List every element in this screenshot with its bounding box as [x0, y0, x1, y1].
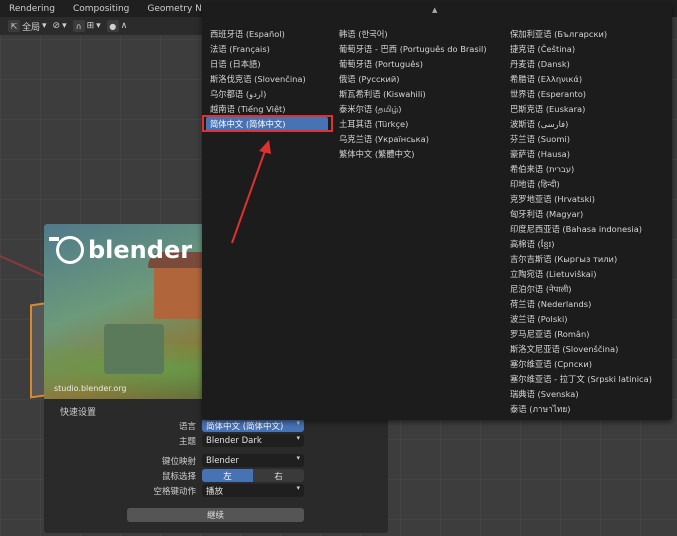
mouse-select-label: 鼠标选择	[161, 471, 196, 482]
language-option[interactable]: 斯瓦希利语 (Kiswahili)	[335, 87, 487, 102]
language-option[interactable]: 葡萄牙语 - 巴西 (Português do Brasil)	[335, 42, 487, 57]
language-option[interactable]: 高棉语 (ខ្មែរ)	[506, 237, 652, 252]
artwork-credit-link[interactable]: studio.blender.org	[54, 384, 126, 393]
language-option[interactable]: 乌克兰语 (Українська)	[335, 132, 487, 147]
magnet-icon: ∩	[72, 20, 85, 32]
artwork-house	[104, 324, 164, 374]
blender-logo-text: blender	[88, 236, 193, 264]
orientation-dropdown[interactable]: ⇱ 全局 ▾	[8, 20, 47, 33]
language-option[interactable]: 希伯来语 (עברית)	[506, 162, 652, 177]
keymap-label: 键位映射	[161, 456, 196, 467]
language-option[interactable]: 罗马尼亚语 (Român)	[506, 327, 652, 342]
keymap-value: Blender	[206, 455, 239, 466]
chevron-down-icon: ▾	[296, 484, 300, 492]
orientation-label: 全局	[22, 22, 41, 33]
mouse-select-left[interactable]: 左	[202, 469, 253, 482]
falloff-icon: ∧	[120, 21, 128, 31]
mouse-select-right[interactable]: 右	[253, 469, 304, 482]
language-menu: ▲ 西班牙语 (Español) 法语 (Français) 日语 (日本語) 斯洛伐…	[202, 4, 672, 420]
language-option[interactable]: 塞尔维亚语 (Српски)	[506, 357, 652, 372]
spacebar-label: 空格键动作	[153, 486, 196, 497]
keymap-dropdown[interactable]: Blender ▾	[202, 454, 304, 467]
language-option[interactable]: 葡萄牙语 (Português)	[335, 57, 487, 72]
language-option[interactable]: 乌尔都语 (اردو)	[206, 87, 328, 102]
language-column-2: 韩语 (한국어) 葡萄牙语 - 巴西 (Português do Brasil) 葡…	[335, 27, 487, 162]
language-option[interactable]: 克罗地亚语 (Hrvatski)	[506, 192, 652, 207]
spacebar-row: 空格键动作 播放 ▾	[44, 484, 388, 497]
blender-logo-icon	[49, 236, 84, 264]
language-option[interactable]: 吉尔吉斯语 (Кыргыз тили)	[506, 252, 652, 267]
proportional-toggle[interactable]: ● ∧	[106, 20, 128, 32]
language-row: 语言 简体中文 (简体中文) ▾	[44, 419, 388, 432]
theme-dropdown[interactable]: Blender Dark ▾	[202, 434, 304, 447]
quick-setup-title: 快速设置	[60, 408, 97, 418]
theme-row: 主题 Blender Dark ▾	[44, 434, 388, 447]
link-icon: ⊘	[52, 21, 61, 31]
language-option[interactable]: 波兰语 (Polski)	[506, 312, 652, 327]
language-option[interactable]: 瑞典语 (Svenska)	[506, 387, 652, 402]
language-option[interactable]: 斯洛文尼亚语 (Slovenščina)	[506, 342, 652, 357]
language-option[interactable]: 塞尔维亚语 - 拉丁文 (Srpski latinica)	[506, 372, 652, 387]
viewport-header: ⇱ 全局 ▾ ⊘ ▾ ∩ ⊞ ▾ ● ∧	[0, 17, 208, 35]
language-option[interactable]: 匈牙利语 (Magyar)	[506, 207, 652, 222]
language-option[interactable]: 世界语 (Esperanto)	[506, 87, 652, 102]
language-option[interactable]: 繁体中文 (繁體中文)	[335, 147, 487, 162]
mouse-select-row: 鼠标选择 左 右	[44, 469, 388, 482]
chevron-down-icon: ▾	[96, 21, 101, 31]
snap-toggle[interactable]: ∩ ⊞ ▾	[72, 20, 101, 32]
language-option[interactable]: 泰米尔语 (தமிழ்)	[335, 102, 487, 117]
language-option[interactable]: 西班牙语 (Español)	[206, 27, 328, 42]
language-option[interactable]: 荷兰语 (Nederlands)	[506, 297, 652, 312]
language-option[interactable]: 斯洛伐克语 (Slovenčina)	[206, 72, 328, 87]
theme-value: Blender Dark	[206, 435, 262, 446]
language-option[interactable]: 希腊语 (Ελληνικά)	[506, 72, 652, 87]
language-option[interactable]: 法语 (Français)	[206, 42, 328, 57]
scroll-up-icon[interactable]: ▲	[432, 6, 437, 14]
mouse-select-toggle: 左 右	[202, 469, 304, 482]
language-option[interactable]: 泰语 (ภาษาไทย)	[506, 402, 652, 417]
chevron-down-icon: ▾	[296, 454, 300, 462]
language-option[interactable]: 土耳其语 (Türkçe)	[335, 117, 487, 132]
language-option[interactable]: 芬兰语 (Suomi)	[506, 132, 652, 147]
language-option[interactable]: 巴斯克语 (Euskara)	[506, 102, 652, 117]
blender-logo: blender	[49, 236, 193, 264]
language-label: 语言	[178, 421, 196, 432]
language-option[interactable]: 立陶宛语 (Lietuviškai)	[506, 267, 652, 282]
snap-grid-icon: ⊞	[86, 21, 95, 31]
language-option[interactable]: 印地语 (हिन्दी)	[506, 177, 652, 192]
proportional-icon: ●	[106, 20, 119, 32]
chevron-down-icon: ▾	[296, 434, 300, 442]
language-option[interactable]: 尼泊尔语 (नेपाली)	[506, 282, 652, 297]
language-option[interactable]: 豪萨语 (Hausa)	[506, 147, 652, 162]
pivot-dropdown[interactable]: ⊘ ▾	[53, 21, 67, 31]
chevron-down-icon: ▾	[62, 21, 67, 31]
language-option[interactable]: 韩语 (한국어)	[335, 27, 487, 42]
language-option[interactable]: 俄语 (Русский)	[335, 72, 487, 87]
tab-compositing[interactable]: Compositing	[64, 4, 138, 14]
spacebar-value: 播放	[206, 486, 224, 497]
language-dropdown[interactable]: 简体中文 (简体中文) ▾	[202, 419, 304, 432]
chevron-down-icon: ▾	[42, 21, 47, 31]
language-value: 简体中文 (简体中文)	[206, 421, 284, 432]
tab-rendering[interactable]: Rendering	[0, 4, 64, 14]
language-option[interactable]: 日语 (日本語)	[206, 57, 328, 72]
transform-icon: ⇱	[8, 20, 20, 32]
spacebar-dropdown[interactable]: 播放 ▾	[202, 484, 304, 497]
language-option[interactable]: 波斯语 (فارسی)	[506, 117, 652, 132]
continue-button[interactable]: 继续	[127, 508, 304, 522]
language-option[interactable]: 捷克语 (Čeština)	[506, 42, 652, 57]
language-column-3: 保加利亚语 (Български) 捷克语 (Čeština) 丹麦语 (Dansk…	[506, 27, 652, 417]
language-option[interactable]: 丹麦语 (Dansk)	[506, 57, 652, 72]
language-option[interactable]: 印度尼西亚语 (Bahasa indonesia)	[506, 222, 652, 237]
theme-label: 主题	[178, 436, 196, 447]
keymap-row: 键位映射 Blender ▾	[44, 454, 388, 467]
chevron-down-icon: ▾	[296, 419, 300, 427]
language-option[interactable]: 保加利亚语 (Български)	[506, 27, 652, 42]
annotation-highlight-box	[202, 115, 333, 132]
